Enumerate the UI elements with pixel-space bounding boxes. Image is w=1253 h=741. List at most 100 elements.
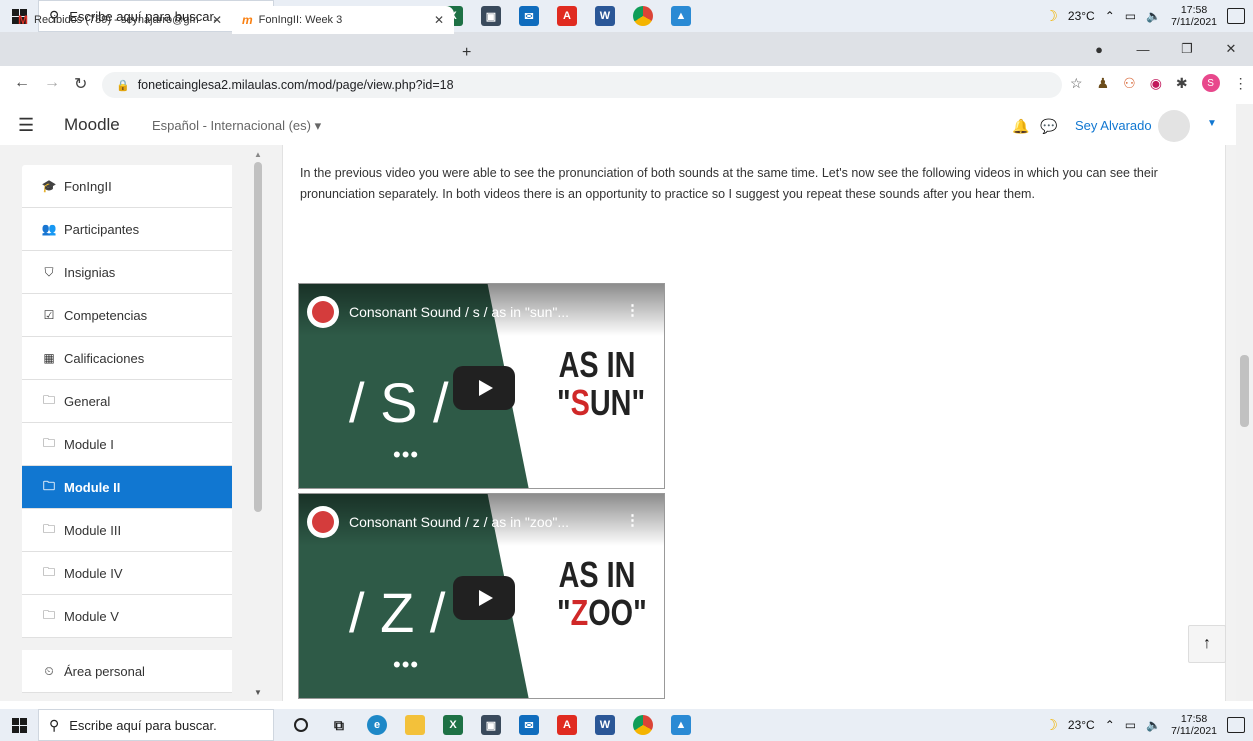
- user-avatar[interactable]: [1158, 110, 1190, 142]
- video-embed-s[interactable]: / S / AS IN "SUN" Consonant Sound / s / …: [298, 283, 665, 489]
- tab-gmail[interactable]: M Recibidos (789) - seynajarro@gm ✕: [8, 6, 232, 34]
- extension-record-icon[interactable]: ◉: [1150, 75, 1162, 92]
- scroll-down-icon[interactable]: ▼: [254, 688, 262, 697]
- page-scrollbar-thumb[interactable]: [1240, 355, 1249, 427]
- drawer-item-label: Área personal: [64, 663, 145, 679]
- drawer-item-badges[interactable]: ⛉ Insignias: [22, 251, 232, 294]
- word-icon[interactable]: W: [586, 0, 624, 32]
- mail-icon[interactable]: ✉: [510, 0, 548, 32]
- close-window-button[interactable]: ✕: [1209, 41, 1253, 57]
- user-name[interactable]: Sey Alvarado: [1075, 118, 1152, 133]
- store-icon[interactable]: ▣: [472, 0, 510, 32]
- play-button[interactable]: [453, 366, 515, 410]
- forward-button[interactable]: →: [44, 74, 60, 92]
- drawer-item-module-1[interactable]: 🗀 Module I: [22, 423, 232, 466]
- video-embed-z[interactable]: / Z / AS IN "ZOO" Consonant Sound / z / …: [298, 493, 665, 699]
- chevron-up-icon[interactable]: ⌃: [1105, 718, 1115, 732]
- drawer-item-grades[interactable]: ▦ Calificaciones: [22, 337, 232, 380]
- network-icon[interactable]: ▭: [1125, 9, 1136, 23]
- kebab-menu-icon[interactable]: ⋮: [625, 511, 640, 529]
- weather-icon[interactable]: ☽: [1044, 7, 1057, 25]
- scroll-up-icon[interactable]: ▲: [254, 150, 262, 159]
- photos-icon[interactable]: ▲: [662, 709, 700, 741]
- mail-icon[interactable]: ✉: [510, 709, 548, 741]
- kebab-menu-icon[interactable]: ⋮: [625, 301, 640, 319]
- chat-icon[interactable]: 💬: [1040, 118, 1057, 135]
- tab-moodle[interactable]: m FonIngII: Week 3 ✕: [232, 6, 454, 34]
- volume-icon[interactable]: 🔈: [1146, 718, 1161, 732]
- notification-icon[interactable]: [1227, 717, 1245, 733]
- more-icon[interactable]: •••: [393, 652, 419, 678]
- language-selector[interactable]: Español - Internacional (es) ▾: [152, 118, 321, 134]
- moodle-icon: m: [242, 13, 253, 27]
- profile-avatar[interactable]: S: [1201, 74, 1220, 92]
- minimize-button[interactable]: —: [1121, 42, 1165, 57]
- drawer-item-label: FonIngII: [64, 178, 112, 194]
- word-red-letter: S: [570, 382, 590, 423]
- drawer-scrollbar[interactable]: [254, 162, 262, 512]
- drawer-item-label: Insignias: [64, 264, 116, 280]
- taskbar-search[interactable]: ⚲ Escribe aquí para buscar.: [38, 709, 274, 741]
- system-tray: ☽ 23°C ⌃ ▭ 🔈 17:58 7/11/2021: [1044, 713, 1253, 737]
- drawer-item-competencies[interactable]: ☑ Competencias: [22, 294, 232, 337]
- drawer-item-module-5[interactable]: 🗀 Module V: [22, 595, 232, 638]
- clock[interactable]: 17:58 7/11/2021: [1171, 713, 1217, 737]
- cortana-icon[interactable]: [282, 709, 320, 741]
- back-button[interactable]: ←: [14, 74, 30, 92]
- extension-owl-icon[interactable]: ♟: [1097, 75, 1110, 92]
- acrobat-icon[interactable]: A: [548, 0, 586, 32]
- hamburger-menu-icon[interactable]: ☰: [18, 115, 34, 136]
- search-icon: ⚲: [49, 716, 60, 733]
- network-icon[interactable]: ▭: [1125, 718, 1136, 732]
- puzzle-icon[interactable]: ✱: [1176, 75, 1188, 92]
- notification-icon[interactable]: [1227, 8, 1245, 24]
- drawer-item-participants[interactable]: 👥 Participantes: [22, 208, 232, 251]
- video-title[interactable]: Consonant Sound / z / as in "zoo"...: [349, 514, 569, 530]
- chevron-down-icon[interactable]: ▼: [1207, 118, 1217, 129]
- chevron-up-icon[interactable]: ⌃: [1105, 9, 1115, 23]
- acrobat-icon[interactable]: A: [548, 709, 586, 741]
- more-icon[interactable]: •••: [393, 442, 419, 468]
- photos-icon[interactable]: ▲: [662, 0, 700, 32]
- start-button[interactable]: [0, 709, 38, 741]
- file-explorer-icon[interactable]: [396, 709, 434, 741]
- temperature: 23°C: [1067, 9, 1095, 23]
- bookmark-star-icon[interactable]: ☆: [1070, 75, 1083, 92]
- drawer-item-module-3[interactable]: 🗀 Module III: [22, 509, 232, 552]
- play-button[interactable]: [453, 576, 515, 620]
- bell-icon[interactable]: 🔔: [1012, 118, 1029, 135]
- chrome-icon[interactable]: [624, 709, 662, 741]
- chrome-icon[interactable]: [624, 0, 662, 32]
- profile-dot-icon[interactable]: ●: [1077, 42, 1121, 57]
- edge-icon[interactable]: e: [358, 709, 396, 741]
- drawer-item-general[interactable]: 🗀 General: [22, 380, 232, 423]
- video-title[interactable]: Consonant Sound / s / as in "sun"...: [349, 304, 569, 320]
- tab-gmail-label: Recibidos (789) - seynajarro@gm: [34, 14, 199, 26]
- close-icon[interactable]: ✕: [434, 13, 444, 27]
- restore-button[interactable]: ❐: [1165, 41, 1209, 57]
- new-tab-button[interactable]: +: [462, 44, 471, 62]
- clock-time: 17:58: [1180, 713, 1208, 725]
- drawer-item-module-2[interactable]: 🗀 Module II: [22, 466, 232, 509]
- moodle-brand[interactable]: Moodle: [64, 115, 120, 135]
- extension-share-icon[interactable]: ⚇: [1123, 75, 1136, 92]
- drawer-item-personal-area[interactable]: ⏲ Área personal: [22, 650, 232, 693]
- drawer-item-module-4[interactable]: 🗀 Module IV: [22, 552, 232, 595]
- url-bar[interactable]: 🔒 foneticainglesa2.milaulas.com/mod/page…: [102, 72, 1062, 98]
- word-icon[interactable]: W: [586, 709, 624, 741]
- kebab-menu-icon[interactable]: ⋮: [1234, 75, 1248, 92]
- back-to-top-button[interactable]: ↑: [1188, 625, 1226, 663]
- store-icon[interactable]: ▣: [472, 709, 510, 741]
- channel-avatar[interactable]: [307, 296, 339, 328]
- close-icon[interactable]: ✕: [212, 13, 222, 27]
- excel-icon[interactable]: X: [434, 709, 472, 741]
- volume-icon[interactable]: 🔈: [1146, 9, 1161, 23]
- task-view-icon[interactable]: ⧉: [320, 709, 358, 741]
- folder-icon: 🗀: [42, 564, 55, 579]
- weather-icon[interactable]: ☽: [1044, 716, 1057, 734]
- reload-button[interactable]: ↻: [74, 74, 87, 94]
- drawer-item-course[interactable]: 🎓 FonIngII: [22, 165, 232, 208]
- clock[interactable]: 17:58 7/11/2021: [1171, 4, 1217, 28]
- microphone-icon: [312, 511, 334, 533]
- channel-avatar[interactable]: [307, 506, 339, 538]
